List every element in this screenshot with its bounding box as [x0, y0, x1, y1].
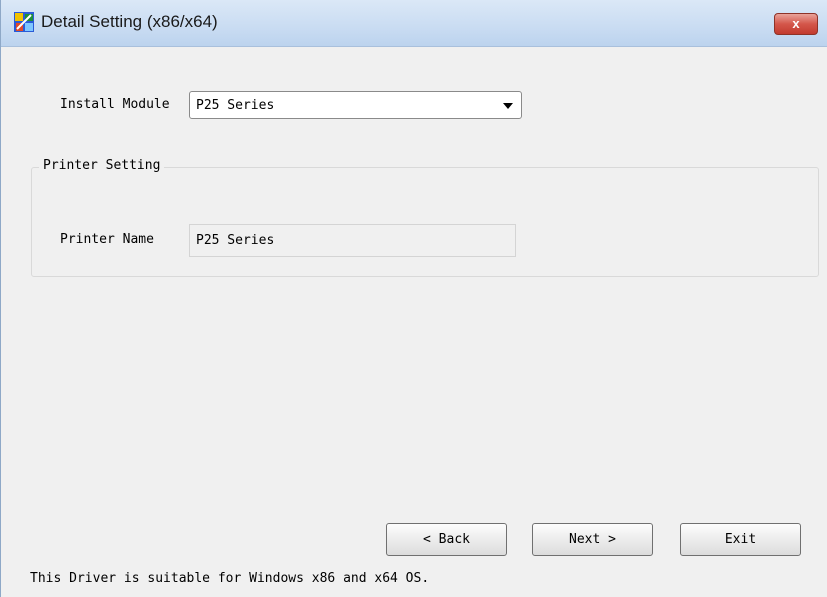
window-title: Detail Setting (x86/x64): [41, 12, 218, 31]
status-text: This Driver is suitable for Windows x86 …: [30, 571, 430, 586]
printer-setting-group: [31, 167, 819, 277]
printer-setting-title: Printer Setting: [39, 158, 165, 173]
installer-icon: [14, 12, 34, 32]
next-button[interactable]: Next >: [532, 523, 653, 556]
back-button[interactable]: < Back: [386, 523, 507, 556]
printer-name-label: Printer Name: [60, 232, 154, 247]
install-module-value: P25 Series: [196, 98, 275, 113]
printer-name-field[interactable]: P25 Series: [189, 224, 516, 257]
title-bar[interactable]: Detail Setting (x86/x64) x: [1, 0, 827, 47]
install-module-label: Install Module: [60, 97, 170, 112]
exit-button[interactable]: Exit: [680, 523, 801, 556]
install-module-select[interactable]: P25 Series: [189, 91, 522, 119]
close-button[interactable]: x: [774, 13, 818, 35]
printer-name-value: P25 Series: [196, 233, 275, 248]
dropdown-arrow-icon[interactable]: [503, 103, 513, 109]
detail-setting-window: Detail Setting (x86/x64) x Install Modul…: [0, 0, 827, 597]
close-icon: x: [792, 16, 800, 31]
